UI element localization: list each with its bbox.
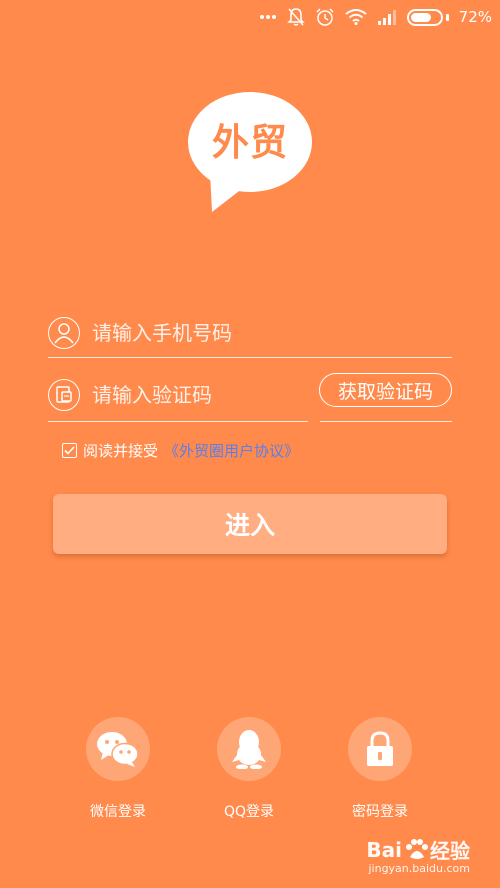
- alarm-icon: [315, 7, 335, 27]
- agreement-link[interactable]: 《外贸圈用户协议》: [164, 440, 299, 461]
- enter-button[interactable]: 进入: [53, 494, 447, 554]
- get-code-button[interactable]: 获取验证码: [319, 373, 452, 407]
- wechat-icon[interactable]: [86, 717, 150, 781]
- battery-icon: [406, 8, 449, 26]
- phone-input[interactable]: [92, 320, 392, 345]
- get-code-underline: [320, 421, 452, 422]
- qq-login[interactable]: QQ登录: [199, 717, 299, 821]
- paw-icon: [406, 838, 428, 859]
- wechat-login[interactable]: 微信登录: [68, 717, 168, 821]
- qq-login-label: QQ登录: [223, 804, 275, 820]
- wechat-login-label: 微信登录: [90, 804, 146, 820]
- battery-fill: [410, 12, 431, 22]
- lock-icon[interactable]: [348, 717, 412, 781]
- user-icon: [48, 316, 80, 349]
- phone-field-row: [48, 308, 452, 358]
- agreement-text: 阅读并接受: [83, 442, 159, 460]
- baidu-watermark: Bai 经验: [366, 837, 470, 864]
- login-screen: 72% 外贸 获取验证码 阅读并接受 《外贸圈用户协议》 进入: [0, 0, 500, 888]
- more-dots-icon: [259, 14, 277, 20]
- baidu-watermark-url: jingyan.baidu.com: [368, 862, 470, 875]
- status-bar: 72%: [0, 0, 500, 34]
- wifi-icon: [345, 9, 367, 25]
- password-login[interactable]: 密码登录: [330, 717, 430, 821]
- battery-percent: 72%: [458, 8, 492, 26]
- app-logo: 外贸: [188, 92, 312, 216]
- verification-code-icon: [48, 378, 80, 411]
- code-field-row: [48, 368, 308, 422]
- code-input[interactable]: [92, 382, 282, 407]
- password-login-label: 密码登录: [352, 804, 408, 820]
- signal-icon: [377, 9, 397, 25]
- qq-penguin-icon[interactable]: [217, 717, 281, 781]
- logo-text: 外贸: [212, 121, 288, 164]
- check-icon: [64, 446, 75, 455]
- agreement-checkbox[interactable]: [62, 443, 77, 458]
- agreement: 阅读并接受 《外贸圈用户协议》: [62, 440, 299, 461]
- notification-muted-icon: [286, 7, 305, 27]
